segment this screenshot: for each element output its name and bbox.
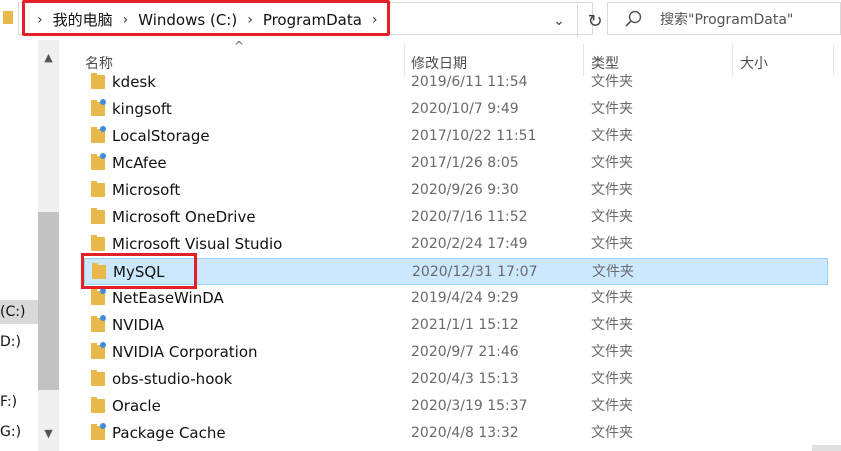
column-divider[interactable] xyxy=(833,44,834,76)
scrollbar-thumb[interactable] xyxy=(38,212,59,390)
file-row[interactable]: Microsoft OneDrive 2020/7/16 11:52 文件夹 xyxy=(84,204,828,231)
folder-icon xyxy=(91,126,106,143)
file-date: 2020/7/16 11:52 xyxy=(411,209,528,225)
file-name[interactable]: NVIDIA Corporation xyxy=(112,339,258,366)
nav-drive-g[interactable]: G:) xyxy=(0,420,21,444)
file-type: 文件夹 xyxy=(591,371,633,387)
file-type: 文件夹 xyxy=(591,74,633,90)
file-name[interactable]: NetEaseWinDA xyxy=(112,285,224,312)
file-type: 文件夹 xyxy=(591,344,633,360)
mysql-highlight-annotation xyxy=(81,253,197,289)
file-date: 2020/2/24 17:49 xyxy=(411,236,528,252)
chevron-down-icon[interactable]: ⌄ xyxy=(549,11,569,31)
folder-icon xyxy=(91,423,106,440)
file-type: 文件夹 xyxy=(591,317,633,333)
file-date: 2019/4/24 9:29 xyxy=(411,290,519,306)
toolbar: › 我的电脑 › Windows (C:) › ProgramData › ⌄ … xyxy=(0,0,841,40)
folder-icon xyxy=(91,370,105,386)
folder-icon xyxy=(91,99,106,116)
folder-icon xyxy=(91,181,105,197)
folder-icon xyxy=(91,153,106,170)
file-row[interactable]: kdesk 2019/6/11 11:54 文件夹 xyxy=(84,69,828,96)
file-date: 2020/4/3 15:13 xyxy=(411,371,519,387)
navigation-pane: (C:) D:) F:) G:) xyxy=(0,40,38,451)
file-row[interactable]: NetEaseWinDA 2019/4/24 9:29 文件夹 xyxy=(84,285,828,312)
file-row[interactable]: kingsoft 2020/10/7 9:49 文件夹 xyxy=(84,96,828,123)
file-date: 2021/1/1 15:12 xyxy=(411,317,519,333)
file-date: 2020/9/26 9:30 xyxy=(411,182,519,198)
folder-icon xyxy=(91,342,106,359)
file-name[interactable]: Oracle xyxy=(112,393,161,420)
file-row[interactable]: Oracle 2020/3/19 15:37 文件夹 xyxy=(84,393,828,420)
folder-icon xyxy=(91,235,105,251)
folder-icon xyxy=(3,11,13,24)
scrollbar-corner xyxy=(812,445,841,451)
folder-icon xyxy=(91,315,106,332)
file-type: 文件夹 xyxy=(591,398,633,414)
file-name[interactable]: kingsoft xyxy=(112,96,172,123)
file-type: 文件夹 xyxy=(591,209,633,225)
file-name[interactable]: kdesk xyxy=(112,69,156,96)
file-type: 文件夹 xyxy=(591,182,633,198)
file-row[interactable]: Package Cache 2020/4/8 13:32 文件夹 xyxy=(84,420,828,447)
file-type: 文件夹 xyxy=(591,425,633,441)
chevron-up-icon[interactable]: ▲ xyxy=(38,48,59,68)
file-date: 2020/12/31 17:07 xyxy=(412,264,538,280)
nav-scrollbar[interactable]: ▲ ▼ xyxy=(38,40,59,451)
search-icon xyxy=(625,10,642,27)
file-name[interactable]: LocalStorage xyxy=(112,123,210,150)
file-type: 文件夹 xyxy=(591,128,633,144)
file-row[interactable]: McAfee 2017/1/26 8:05 文件夹 xyxy=(84,150,828,177)
file-row[interactable]: LocalStorage 2017/10/22 11:51 文件夹 xyxy=(84,123,828,150)
file-row[interactable]: NVIDIA 2021/1/1 15:12 文件夹 xyxy=(84,312,828,339)
folder-icon xyxy=(91,288,106,305)
file-row[interactable]: Microsoft 2020/9/26 9:30 文件夹 xyxy=(84,177,828,204)
file-date: 2017/10/22 11:51 xyxy=(411,128,537,144)
file-name[interactable]: obs-studio-hook xyxy=(112,366,232,393)
file-type: 文件夹 xyxy=(591,236,633,252)
file-date: 2020/3/19 15:37 xyxy=(411,398,528,414)
file-type: 文件夹 xyxy=(592,264,634,280)
folder-icon xyxy=(91,397,105,413)
file-row[interactable]: obs-studio-hook 2020/4/3 15:13 文件夹 xyxy=(84,366,828,393)
search-box[interactable] xyxy=(607,2,841,36)
file-name[interactable]: Microsoft OneDrive xyxy=(112,204,256,231)
file-type: 文件夹 xyxy=(591,155,633,171)
file-type: 文件夹 xyxy=(591,290,633,306)
address-highlight-annotation xyxy=(22,0,390,36)
chevron-down-icon[interactable]: ▼ xyxy=(38,424,59,444)
nav-drive-c[interactable]: (C:) xyxy=(0,300,38,324)
file-name[interactable]: McAfee xyxy=(112,150,167,177)
file-name[interactable]: Package Cache xyxy=(112,420,226,447)
file-date: 2020/10/7 9:49 xyxy=(411,101,519,117)
file-type: 文件夹 xyxy=(591,101,633,117)
file-name[interactable]: Microsoft xyxy=(112,177,180,204)
folder-icon xyxy=(91,208,105,224)
file-row[interactable]: NVIDIA Corporation 2020/9/7 21:46 文件夹 xyxy=(84,339,828,366)
file-date: 2019/6/11 11:54 xyxy=(411,74,528,90)
sort-ascending-icon: ^ xyxy=(234,39,245,53)
file-name[interactable]: NVIDIA xyxy=(112,312,164,339)
file-date: 2017/1/26 8:05 xyxy=(411,155,519,171)
search-input[interactable] xyxy=(658,3,841,36)
folder-icon xyxy=(91,73,105,89)
nav-drive-f[interactable]: F:) xyxy=(0,390,17,414)
file-date: 2020/4/8 13:32 xyxy=(411,425,519,441)
file-date: 2020/9/7 21:46 xyxy=(411,344,519,360)
nav-drive-d[interactable]: D:) xyxy=(0,330,21,354)
